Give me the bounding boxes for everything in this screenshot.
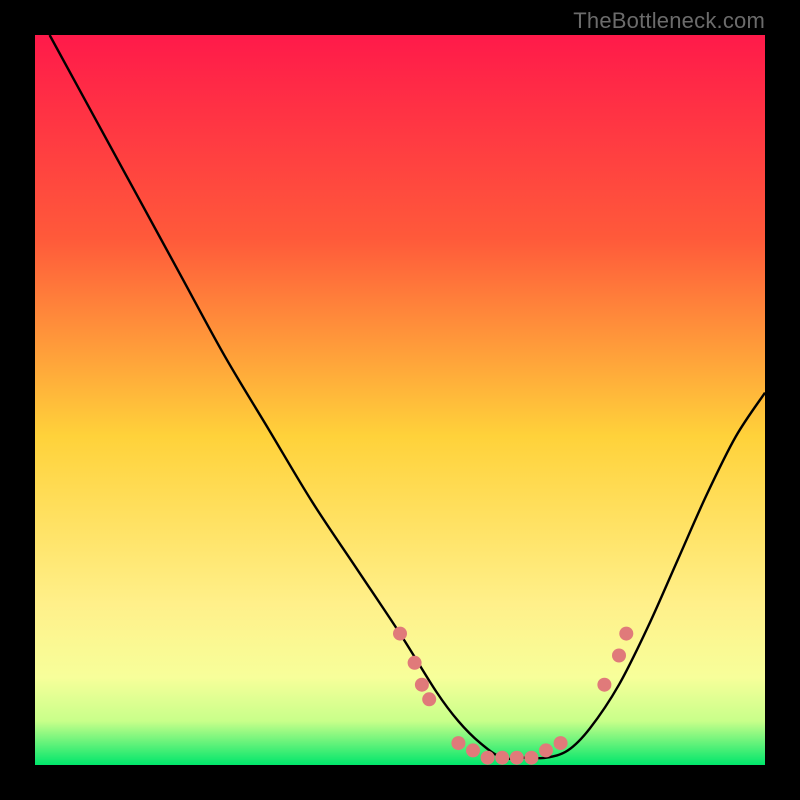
data-point-marker xyxy=(554,736,568,750)
data-point-marker xyxy=(393,627,407,641)
data-point-marker xyxy=(597,678,611,692)
data-point-marker xyxy=(539,743,553,757)
data-point-marker xyxy=(510,751,524,765)
data-point-marker xyxy=(408,656,422,670)
data-point-marker xyxy=(481,751,495,765)
data-point-marker xyxy=(612,649,626,663)
data-point-marker xyxy=(466,743,480,757)
bottleneck-curve-line xyxy=(50,35,765,759)
data-point-marker xyxy=(524,751,538,765)
data-point-marker xyxy=(415,678,429,692)
data-point-markers xyxy=(393,627,633,765)
data-point-marker xyxy=(619,627,633,641)
data-point-marker xyxy=(451,736,465,750)
bottleneck-chart xyxy=(35,35,765,765)
data-point-marker xyxy=(422,692,436,706)
chart-container xyxy=(35,35,765,765)
attribution-text: TheBottleneck.com xyxy=(573,8,765,34)
data-point-marker xyxy=(495,751,509,765)
